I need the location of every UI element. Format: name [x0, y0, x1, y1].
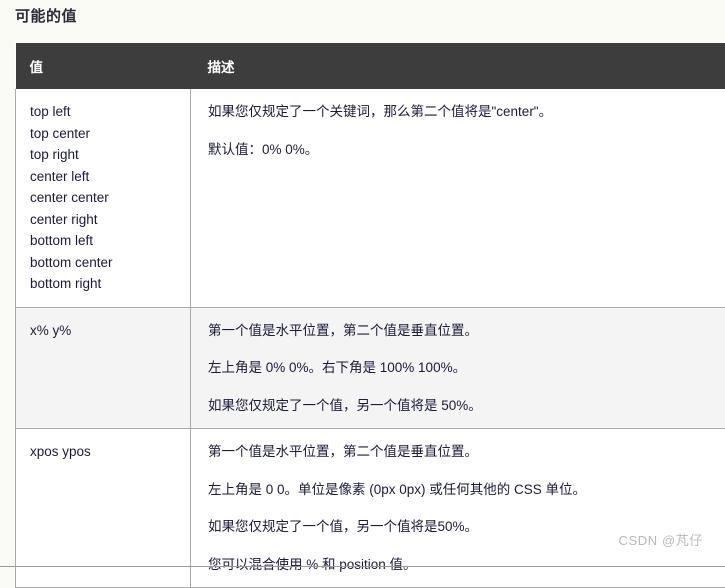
keyword-list: top left top center top right center lef…: [30, 101, 178, 295]
list-item: bottom center: [30, 252, 178, 274]
cell-value-keywords: top left top center top right center lef…: [16, 89, 191, 307]
description-paragraph: 您可以混合使用 % 和 position 值。: [208, 554, 713, 576]
description-paragraph: 第一个值是水平位置，第二个值是垂直位置。: [208, 320, 713, 342]
page-title: 可能的值: [15, 7, 77, 27]
value-text: xpos ypos: [30, 441, 178, 463]
list-item: bottom right: [30, 273, 178, 295]
list-item: center left: [30, 166, 178, 188]
list-item: top center: [30, 123, 178, 145]
description-paragraph: 左上角是 0 0。单位是像素 (0px 0px) 或任何其他的 CSS 单位。: [208, 479, 713, 501]
cell-description-percent: 第一个值是水平位置，第二个值是垂直位置。 左上角是 0% 0%。右下角是 100…: [191, 307, 725, 429]
column-header-value: 值: [16, 43, 191, 89]
list-item: bottom left: [30, 230, 178, 252]
bottom-divider: [0, 566, 725, 567]
description-paragraph: 如果您仅规定了一个关键词，那么第二个值将是"center"。: [208, 101, 713, 123]
table-header-row: 值 描述: [16, 43, 725, 89]
table-body: top left top center top right center lef…: [16, 89, 725, 588]
cell-value-percent: x% y%: [16, 307, 191, 429]
csdn-watermark: CSDN @芃仔: [619, 530, 703, 549]
column-header-description: 描述: [191, 43, 725, 89]
table-header: 值 描述: [16, 43, 725, 89]
description-paragraph: 默认值：0% 0%。: [208, 139, 713, 161]
list-item: top left: [30, 101, 178, 123]
table-row: x% y% 第一个值是水平位置，第二个值是垂直位置。 左上角是 0% 0%。右下…: [16, 307, 725, 429]
cell-description-keywords: 如果您仅规定了一个关键词，那么第二个值将是"center"。 默认值：0% 0%…: [191, 89, 725, 307]
description-paragraph: 如果您仅规定了一个值，另一个值将是 50%。: [208, 395, 713, 417]
possible-values-table: 值 描述 top left top center top right cente…: [15, 43, 725, 588]
description-paragraph: 左上角是 0% 0%。右下角是 100% 100%。: [208, 357, 713, 379]
table-row: top left top center top right center lef…: [16, 89, 725, 307]
description-paragraph: 第一个值是水平位置，第二个值是垂直位置。: [208, 441, 713, 463]
cell-description-xpos-ypos: 第一个值是水平位置，第二个值是垂直位置。 左上角是 0 0。单位是像素 (0px…: [191, 429, 725, 588]
list-item: top right: [30, 144, 178, 166]
list-item: center center: [30, 187, 178, 209]
value-text: x% y%: [30, 320, 178, 342]
cell-value-xpos-ypos: xpos ypos: [16, 429, 191, 588]
list-item: center right: [30, 209, 178, 231]
table-row: xpos ypos 第一个值是水平位置，第二个值是垂直位置。 左上角是 0 0。…: [16, 429, 725, 588]
